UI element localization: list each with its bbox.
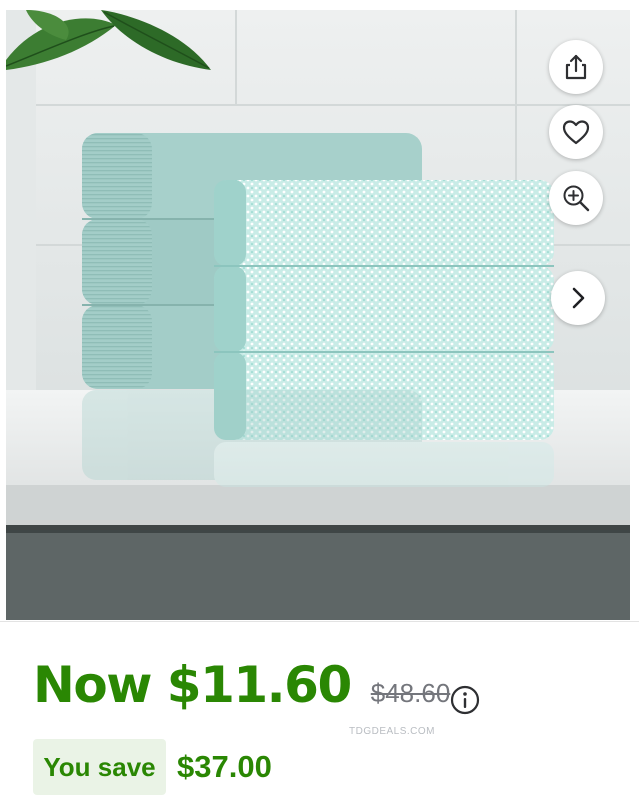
savings-amount: $37.00 <box>177 749 272 784</box>
savings-badge: You save <box>33 739 166 795</box>
next-image-button[interactable] <box>551 271 605 325</box>
current-price: Now $11.60 <box>33 656 352 714</box>
info-icon[interactable] <box>449 684 481 716</box>
favorite-button[interactable] <box>549 105 603 159</box>
zoom-button[interactable] <box>549 171 603 225</box>
zoom-in-icon <box>563 185 590 212</box>
savings-label: You save <box>43 751 156 782</box>
watermark: TDGDEALS.COM <box>349 726 436 737</box>
heart-icon <box>562 120 590 145</box>
price-row: Now $11.60 $48.60 <box>33 660 450 710</box>
product-image[interactable] <box>6 10 630 620</box>
towel-photo <box>6 10 630 620</box>
original-price: $48.60 <box>370 678 451 708</box>
chevron-right-icon <box>572 287 585 309</box>
share-button[interactable] <box>549 40 603 94</box>
share-icon <box>565 54 587 80</box>
price-section: Now $11.60 $48.60 TDGDEALS.COM You save … <box>0 621 639 801</box>
